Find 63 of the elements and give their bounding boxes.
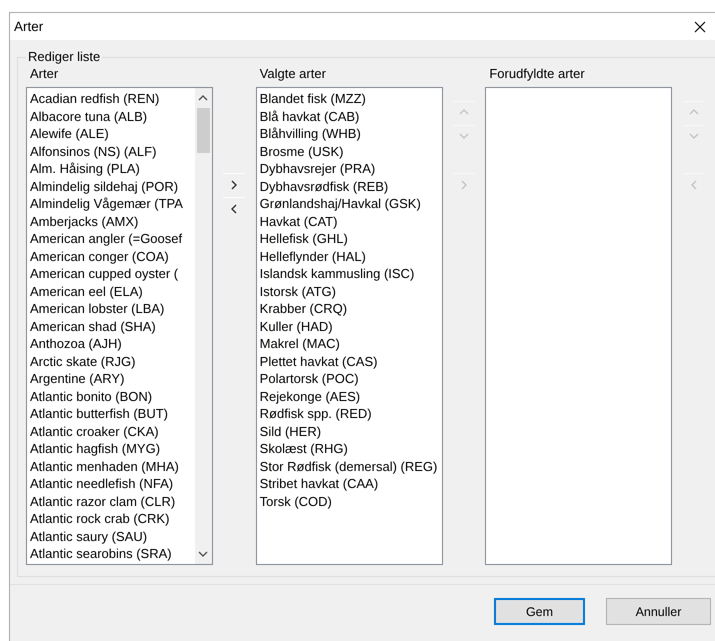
window-title: Arter	[14, 19, 44, 34]
list-item[interactable]: Makrel (MAC)	[260, 335, 442, 352]
list-item[interactable]: Alewife (ALE)	[30, 125, 195, 142]
list-item[interactable]: Atlantic croaker (CKA)	[30, 422, 195, 440]
list-item[interactable]: Atlantic razor clam (CLR)	[30, 492, 195, 510]
list-item[interactable]: Grønlandshaj/Havkal (GSK)	[260, 195, 442, 212]
list-item[interactable]: Blandet fisk (MZZ)	[260, 90, 442, 108]
list-item[interactable]: Polartorsk (POC)	[260, 370, 442, 388]
list-item[interactable]: Argentine (ARY)	[30, 370, 195, 388]
list-item[interactable]: Kuller (HAD)	[260, 318, 442, 335]
list-item[interactable]: Rødfisk spp. (RED)	[260, 405, 442, 422]
list-item[interactable]: Atlantic hagfish (MYG)	[30, 440, 195, 458]
list-item[interactable]: Skolæst (RHG)	[260, 440, 442, 458]
scroll-thumb[interactable]	[196, 108, 210, 153]
list-item[interactable]: Plettet havkat (CAS)	[260, 352, 442, 370]
list-item[interactable]: Atlantic butterfish (BUT)	[30, 405, 195, 422]
list-item[interactable]: Arctic skate (RJG)	[30, 352, 195, 370]
list-item[interactable]: Atlantic searobins (SRA)	[30, 545, 195, 562]
list-item[interactable]: American lobster (LBA)	[30, 300, 195, 318]
list-item[interactable]: Amberjacks (AMX)	[30, 212, 195, 230]
list-item[interactable]: Anthozoa (AJH)	[30, 335, 195, 352]
list-item[interactable]: Atlantic rock crab (CRK)	[30, 510, 195, 528]
list-item[interactable]: Blåhvilling (WHB)	[260, 125, 442, 142]
list-item[interactable]: Alfonsinos (NS) (ALF)	[30, 142, 195, 160]
list-item[interactable]: Islandsk kammusling (ISC)	[260, 265, 442, 282]
list-item[interactable]: Stor Rødfisk (demersal) (REG)	[260, 458, 442, 475]
list-label: Forudfyldte arter	[488, 67, 586, 83]
list-item[interactable]: Torsk (COD)	[260, 492, 442, 510]
scrollbar[interactable]	[194, 88, 212, 564]
list-item[interactable]: Dybhavsrejer (PRA)	[260, 160, 442, 178]
list-item[interactable]: Almindelig sildehaj (POR)	[30, 178, 195, 195]
list-item[interactable]: Krabber (CRQ)	[260, 300, 442, 318]
list-item[interactable]: Alm. Håising (PLA)	[30, 160, 195, 178]
list-item[interactable]: Albacore tuna (ALB)	[30, 108, 195, 125]
list-label: Valgte arter	[258, 67, 327, 83]
list-item[interactable]: Hellefisk (GHL)	[260, 230, 442, 248]
list-item[interactable]: Istorsk (ATG)	[260, 282, 442, 300]
list-item[interactable]: Havkat (CAT)	[260, 212, 442, 230]
list-item[interactable]: Atlantic menhaden (MHA)	[30, 458, 195, 475]
group-legend: Rediger liste	[26, 49, 102, 64]
list-item[interactable]: Helleflynder (HAL)	[260, 248, 442, 265]
species-list[interactable]	[256, 87, 443, 565]
list-item[interactable]: Atlantic saury (SAU)	[30, 528, 195, 545]
list-item[interactable]: American cupped oyster (	[30, 265, 195, 282]
close-icon	[694, 20, 706, 32]
list-item[interactable]: Acadian redfish (REN)	[30, 90, 195, 108]
list-item[interactable]: Dybhavsrødfisk (REB)	[260, 178, 442, 195]
list-item[interactable]: Sild (HER)	[260, 422, 442, 440]
list-item[interactable]: American shad (SHA)	[30, 318, 195, 335]
list-item[interactable]: American angler (=Goosef	[30, 230, 195, 248]
list-item[interactable]: Atlantic bonito (BON)	[30, 388, 195, 405]
dialog-button[interactable]: Annuller	[606, 598, 711, 625]
species-list[interactable]	[26, 87, 213, 565]
list-item[interactable]: Stribet havkat (CAA)	[260, 475, 442, 492]
list-item[interactable]: Rejekonge (AES)	[260, 388, 442, 405]
list-item[interactable]: Blå havkat (CAB)	[260, 108, 442, 125]
list-item[interactable]: Brosme (USK)	[260, 142, 442, 160]
dialog-button[interactable]: Gem	[494, 598, 585, 625]
list-label: Arter	[29, 67, 60, 83]
list-item[interactable]: American eel (ELA)	[30, 282, 195, 300]
list-item[interactable]: American conger (COA)	[30, 248, 195, 265]
list-item[interactable]: Atlantic needlefish (NFA)	[30, 475, 195, 492]
list-item[interactable]: Almindelig Vågemær (TPA	[30, 195, 195, 212]
